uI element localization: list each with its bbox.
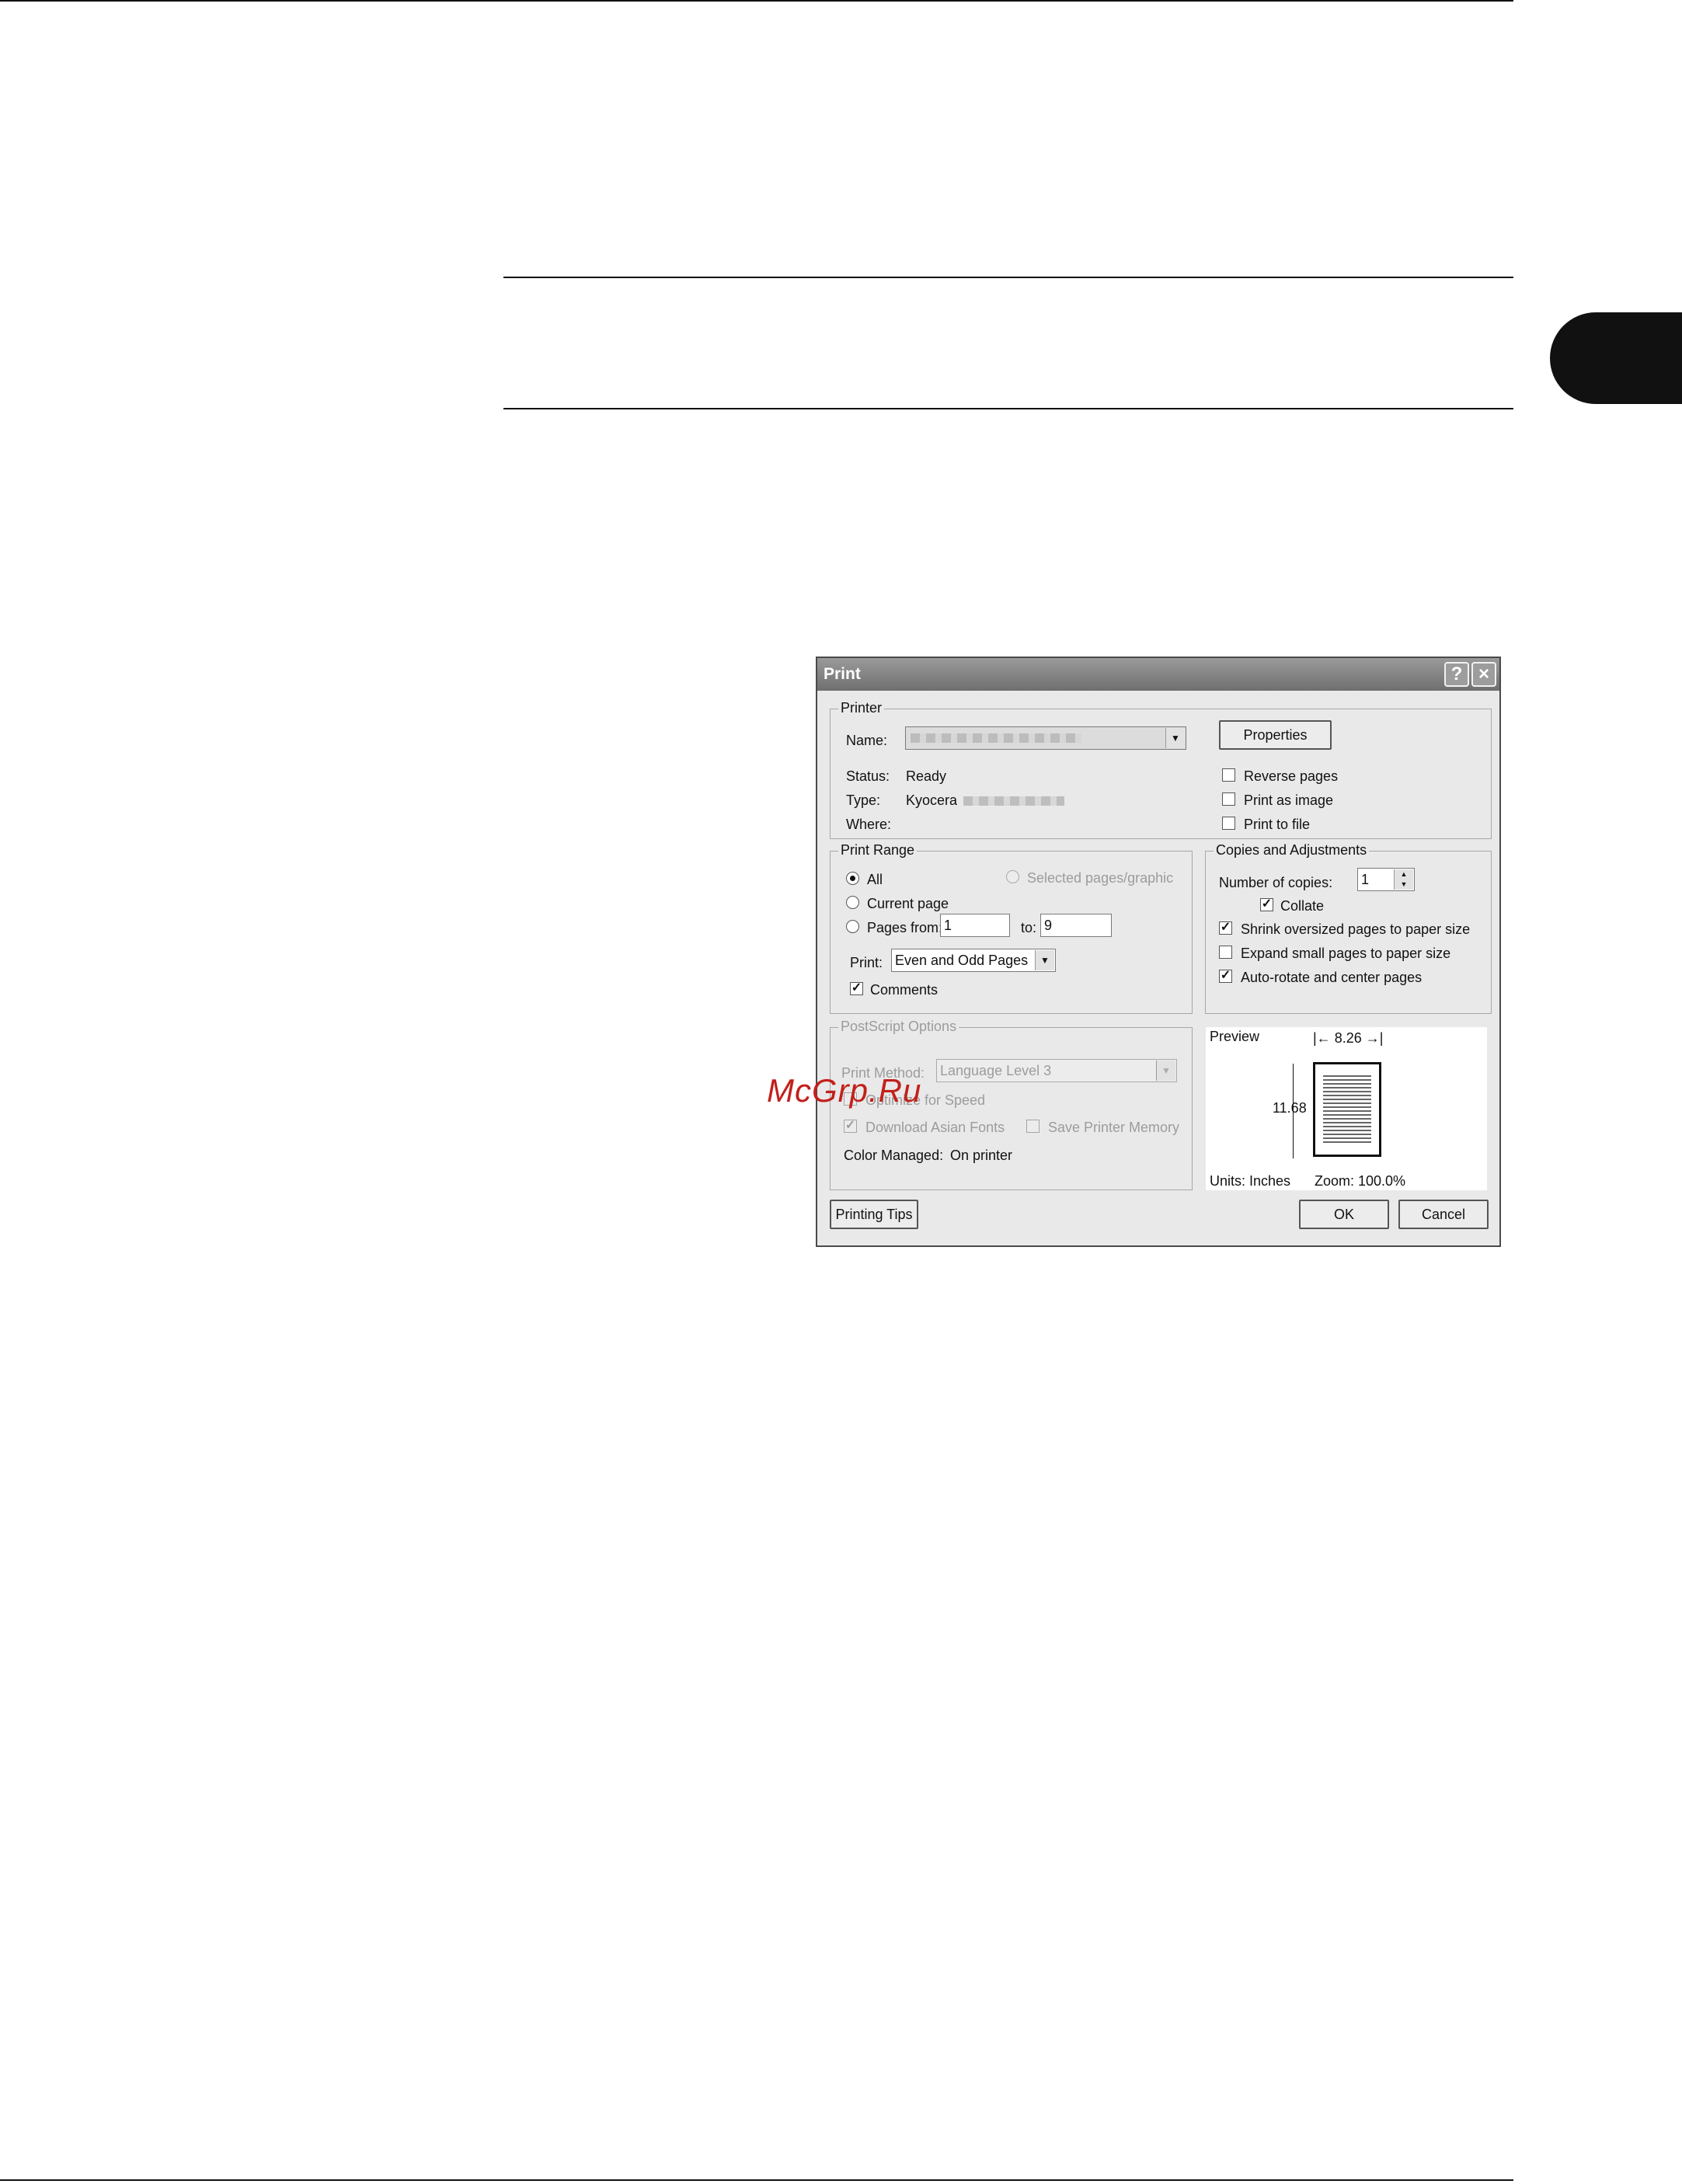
chapter-tab bbox=[1550, 312, 1682, 404]
number-of-copies-label: Number of copies: bbox=[1219, 875, 1333, 890]
shrink-label: Shrink oversized pages to paper size bbox=[1241, 921, 1471, 937]
pages-to-label: to: bbox=[1021, 920, 1037, 935]
color-managed-label: Color Managed: bbox=[844, 1148, 944, 1163]
selected-pages-radio[interactable] bbox=[1006, 870, 1019, 883]
dialog-title: Print bbox=[824, 665, 861, 683]
print-method-select[interactable]: Language Level 3 ▼ bbox=[936, 1059, 1177, 1082]
preview-height-arrow bbox=[1293, 1064, 1294, 1158]
expand-label: Expand small pages to paper size bbox=[1241, 946, 1451, 961]
reverse-pages-label: Reverse pages bbox=[1244, 768, 1339, 784]
comments-checkbox[interactable]: ✓ bbox=[850, 982, 863, 995]
reverse-pages-checkbox[interactable] bbox=[1222, 768, 1235, 782]
preview-zoom: Zoom: 100.0% bbox=[1315, 1173, 1406, 1189]
print-range-group-label: Print Range bbox=[838, 842, 918, 859]
title-bar: Print ? × bbox=[817, 658, 1499, 691]
printer-name-select[interactable]: ▼ bbox=[905, 726, 1186, 750]
type-value: Kyocera bbox=[906, 792, 958, 808]
print-method-value: Language Level 3 bbox=[940, 1063, 1052, 1078]
shrink-checkbox[interactable]: ✓ bbox=[1219, 921, 1232, 935]
status-value: Ready bbox=[906, 768, 947, 784]
preview-page bbox=[1313, 1062, 1381, 1157]
top-rule bbox=[0, 0, 1513, 2]
print-subset-value: Even and Odd Pages bbox=[895, 953, 1029, 968]
preview-width-dimension: |← 8.26 →| bbox=[1313, 1030, 1384, 1046]
note-rule-bottom bbox=[503, 408, 1513, 409]
chevron-down-icon: ▼ bbox=[1165, 728, 1185, 748]
autorotate-checkbox[interactable]: ✓ bbox=[1219, 970, 1232, 983]
number-of-copies-value: 1 bbox=[1361, 872, 1370, 887]
print-subset-select[interactable]: Even and Odd Pages ▼ bbox=[891, 949, 1056, 972]
print-range-group: Print Range All Selected pages/graphic C… bbox=[830, 842, 1193, 1014]
selected-pages-label: Selected pages/graphic bbox=[1027, 870, 1174, 886]
download-fonts-label: Download Asian Fonts bbox=[865, 1120, 1005, 1135]
print-as-image-checkbox[interactable] bbox=[1222, 792, 1235, 806]
type-label: Type: bbox=[846, 792, 881, 808]
print-subset-label: Print: bbox=[850, 955, 883, 970]
printer-group: Printer Name: ▼ Status: Ready Type: Kyoc… bbox=[830, 700, 1492, 839]
preview-width-value: 8.26 bbox=[1334, 1030, 1362, 1046]
cancel-button[interactable]: Cancel bbox=[1398, 1200, 1489, 1229]
print-to-file-label: Print to file bbox=[1244, 817, 1311, 832]
postscript-group-label: PostScript Options bbox=[838, 1019, 959, 1035]
redacted-printer-type bbox=[963, 796, 1064, 806]
copies-group-label: Copies and Adjustments bbox=[1214, 842, 1370, 859]
watermark: McGrp.Ru bbox=[767, 1072, 922, 1109]
bottom-rule bbox=[0, 2179, 1513, 2181]
save-memory-label: Save Printer Memory bbox=[1048, 1120, 1180, 1135]
status-label: Status: bbox=[846, 768, 890, 784]
comments-label: Comments bbox=[870, 982, 939, 998]
pages-to-input[interactable]: 9 bbox=[1040, 914, 1112, 937]
where-label: Where: bbox=[846, 817, 892, 832]
collate-label: Collate bbox=[1280, 898, 1325, 914]
preview-units: Units: Inches bbox=[1210, 1173, 1291, 1189]
print-to-file-checkbox[interactable] bbox=[1222, 817, 1235, 830]
preview-label: Preview bbox=[1210, 1029, 1260, 1044]
ok-button[interactable]: OK bbox=[1299, 1200, 1389, 1229]
all-radio[interactable] bbox=[846, 872, 859, 885]
note-rule-top bbox=[503, 277, 1513, 278]
help-button[interactable]: ? bbox=[1444, 662, 1469, 687]
properties-button[interactable]: Properties bbox=[1219, 720, 1332, 750]
current-page-label: Current page bbox=[867, 896, 949, 911]
pages-radio[interactable] bbox=[846, 920, 859, 933]
spinner-arrows-icon[interactable]: ▲ ▼ bbox=[1394, 869, 1413, 890]
all-label: All bbox=[867, 872, 883, 887]
redacted-printer-name bbox=[911, 733, 1081, 743]
printing-tips-button[interactable]: Printing Tips bbox=[830, 1200, 918, 1229]
preview-page-text bbox=[1323, 1075, 1371, 1145]
color-managed-value: On printer bbox=[950, 1148, 1013, 1163]
expand-checkbox[interactable] bbox=[1219, 946, 1232, 959]
collate-checkbox[interactable]: ✓ bbox=[1260, 898, 1273, 911]
chevron-down-icon: ▼ bbox=[1156, 1061, 1175, 1081]
save-memory-checkbox[interactable] bbox=[1026, 1120, 1039, 1133]
printer-name-label: Name: bbox=[846, 733, 888, 748]
current-page-radio[interactable] bbox=[846, 896, 859, 909]
close-button[interactable]: × bbox=[1471, 662, 1496, 687]
copies-group: Copies and Adjustments Number of copies:… bbox=[1205, 842, 1492, 1014]
print-as-image-label: Print as image bbox=[1244, 792, 1334, 808]
pages-from-label: Pages from: bbox=[867, 920, 943, 935]
printer-group-label: Printer bbox=[838, 700, 885, 716]
autorotate-label: Auto-rotate and center pages bbox=[1241, 970, 1423, 985]
number-of-copies-input[interactable]: 1 ▲ ▼ bbox=[1357, 868, 1415, 891]
print-dialog: Print ? × Printer Name: ▼ Status: Ready … bbox=[816, 657, 1501, 1247]
download-fonts-checkbox[interactable]: ✓ bbox=[844, 1120, 857, 1133]
preview-panel: Preview |← 8.26 →| 11.68 Units: Inches Z… bbox=[1206, 1027, 1487, 1190]
pages-from-input[interactable]: 1 bbox=[940, 914, 1010, 937]
chevron-down-icon: ▼ bbox=[1035, 950, 1054, 970]
preview-height-value: 11.68 bbox=[1273, 1100, 1307, 1116]
